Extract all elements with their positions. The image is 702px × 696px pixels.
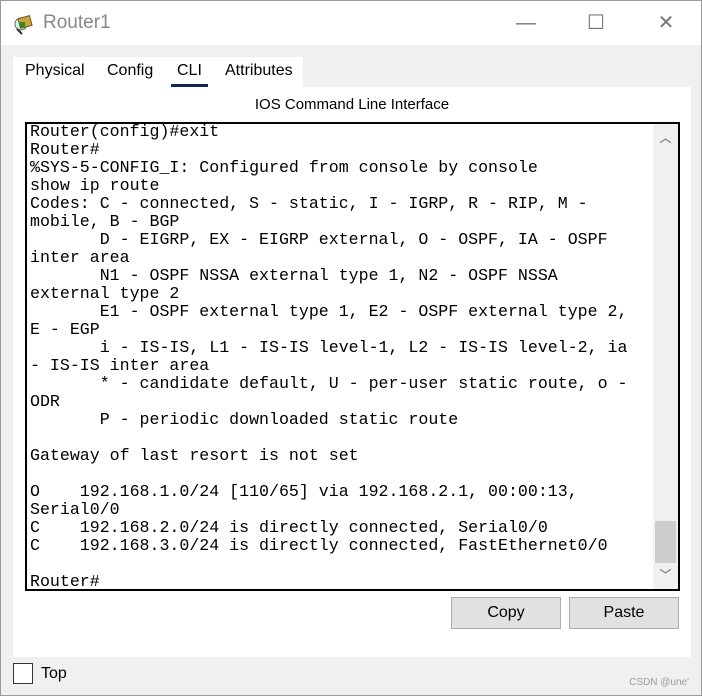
terminal-line: mobile, B - BGP bbox=[30, 212, 180, 231]
terminal-line: C 192.168.3.0/24 is directly connected, … bbox=[30, 536, 608, 555]
router-app-icon bbox=[14, 15, 33, 35]
tab-bar: Physical Config CLI Attributes bbox=[13, 57, 303, 88]
terminal-line: Gateway of last resort is not set bbox=[30, 446, 359, 465]
terminal-line: O 192.168.1.0/24 [110/65] via 192.168.2.… bbox=[30, 482, 578, 501]
minimize-button[interactable]: — bbox=[503, 9, 549, 37]
terminal-line: Codes: C - connected, S - static, I - IG… bbox=[30, 194, 588, 213]
tab-config[interactable]: Config bbox=[107, 62, 153, 80]
terminal-line: C 192.168.2.0/24 is directly connected, … bbox=[30, 518, 548, 537]
terminal-line: show ip route bbox=[30, 176, 160, 195]
chevron-down-icon: ﹀ bbox=[659, 568, 672, 582]
window-title: Router1 bbox=[43, 12, 111, 33]
terminal-line: Router# bbox=[30, 140, 100, 159]
top-checkbox[interactable] bbox=[13, 663, 33, 684]
terminal-line: P - periodic downloaded static route bbox=[30, 410, 459, 429]
panel-title: IOS Command Line Interface bbox=[254, 96, 450, 113]
terminal-line: E1 - OSPF external type 1, E2 - OSPF ext… bbox=[30, 302, 628, 321]
tab-physical[interactable]: Physical bbox=[25, 62, 85, 80]
tab-attributes[interactable]: Attributes bbox=[225, 62, 293, 80]
terminal-line: inter area bbox=[30, 248, 130, 267]
watermark: CSDN @une' bbox=[629, 677, 689, 688]
maximize-icon: ☐ bbox=[587, 12, 605, 34]
close-icon: ✕ bbox=[657, 12, 675, 34]
scroll-up-button[interactable]: ︿ bbox=[653, 128, 678, 148]
copy-button[interactable]: Copy bbox=[451, 597, 561, 629]
paste-button[interactable]: Paste bbox=[569, 597, 679, 629]
terminal-line: i - IS-IS, L1 - IS-IS level-1, L2 - IS-I… bbox=[30, 338, 628, 357]
terminal-line: * - candidate default, U - per-user stat… bbox=[30, 374, 628, 393]
vertical-scrollbar[interactable]: ︿ ﹀ bbox=[653, 124, 678, 589]
router-window: Router1 — ☐ ✕ Physical Config CLI Attrib… bbox=[0, 0, 702, 696]
minimize-icon: — bbox=[516, 12, 536, 34]
chevron-up-icon: ︿ bbox=[659, 131, 672, 145]
scrollbar-thumb[interactable] bbox=[655, 521, 676, 563]
terminal-line: D - EIGRP, EX - EIGRP external, O - OSPF… bbox=[30, 230, 608, 249]
terminal-line: %SYS-5-CONFIG_I: Configured from console… bbox=[30, 158, 538, 177]
scroll-down-button[interactable]: ﹀ bbox=[653, 565, 678, 585]
terminal-line: Serial0/0 bbox=[30, 500, 120, 519]
terminal-line: external type 2 bbox=[30, 284, 180, 303]
terminal-line: - IS-IS inter area bbox=[30, 356, 210, 375]
close-button[interactable]: ✕ bbox=[643, 9, 689, 37]
terminal-line: E - EGP bbox=[30, 320, 100, 339]
terminal-line: ODR bbox=[30, 392, 60, 411]
cli-terminal[interactable]: Router(config)#exit Router# %SYS-5-CONFIG_… bbox=[25, 122, 680, 591]
terminal-output[interactable]: Router(config)#exit Router# %SYS-5-CONFIG_… bbox=[30, 122, 655, 591]
title-bar: Router1 — ☐ ✕ bbox=[1, 1, 701, 45]
terminal-line: Router(config)#exit bbox=[30, 122, 220, 141]
maximize-button[interactable]: ☐ bbox=[573, 9, 619, 37]
top-checkbox-label: Top bbox=[41, 665, 67, 682]
terminal-line: N1 - OSPF NSSA external type 1, N2 - OSP… bbox=[30, 266, 558, 285]
terminal-line: Router# bbox=[30, 572, 100, 591]
tab-cli[interactable]: CLI bbox=[171, 62, 208, 88]
